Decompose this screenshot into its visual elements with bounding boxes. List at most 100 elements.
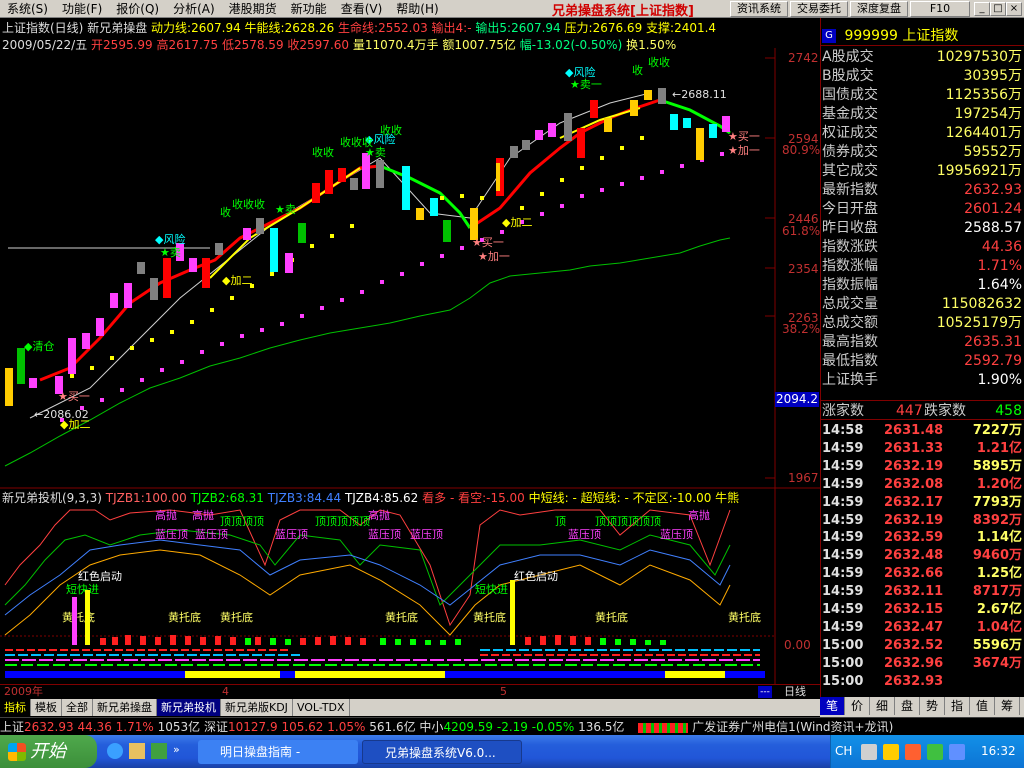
tick-amount: 1.25亿: [976, 566, 1022, 582]
tick-amount: 2.67亿: [976, 602, 1022, 617]
tick-price: 2631.33: [884, 440, 944, 456]
tick-time: 14:59: [822, 619, 864, 635]
right-tab[interactable]: 笔: [820, 697, 845, 715]
tick-amount: 5596万: [972, 637, 1022, 653]
tick-amount: 9460万: [972, 548, 1022, 564]
indicator-tab[interactable]: 新兄弟投机: [157, 699, 221, 716]
tick-price: 2632.96: [884, 655, 944, 671]
tray-icon-2[interactable]: [883, 744, 899, 760]
tick-row: 14:59 2632.66 1.25亿: [822, 565, 1022, 583]
stat-value: 1264401万: [945, 125, 1022, 141]
f10-button[interactable]: F10: [910, 1, 970, 17]
close-icon[interactable]: ×: [1006, 2, 1022, 16]
tick-price: 2632.59: [884, 530, 944, 546]
decline-label: 跌家数: [924, 403, 966, 419]
right-tab[interactable]: 指: [945, 697, 970, 715]
svg-text:收收: 收收: [648, 55, 670, 69]
folder-icon[interactable]: [129, 743, 145, 759]
menu-new-function[interactable]: 新功能: [284, 0, 334, 18]
stat-row: B股成交 30395万: [822, 67, 1022, 86]
time-axis-4: 4: [222, 685, 229, 698]
news-system-button[interactable]: 资讯系统: [730, 1, 788, 17]
stat-row: 上证换手 1.90%: [822, 371, 1022, 390]
svg-text:收: 收: [220, 205, 231, 219]
tjzb2: TJZB2:68.31: [190, 491, 264, 505]
svg-text:高抛: 高抛: [155, 508, 177, 522]
indicator-tab[interactable]: 新兄弟版KDJ: [221, 699, 293, 716]
svg-text:黄托底: 黄托底: [728, 610, 761, 624]
maximize-icon[interactable]: □: [990, 2, 1006, 16]
tick-time: 14:59: [822, 602, 864, 617]
menu-view[interactable]: 查看(V): [334, 0, 390, 18]
scroll-button[interactable]: ---: [758, 686, 772, 698]
g-icon: G: [822, 29, 836, 43]
right-tab[interactable]: 值: [970, 697, 995, 715]
start-button[interactable]: 开始: [0, 735, 97, 768]
tjzb4: TJZB4:85.62: [344, 491, 419, 505]
menu-help[interactable]: 帮助(H): [389, 0, 445, 18]
svg-text:黄托底: 黄托底: [595, 610, 628, 624]
ie-icon[interactable]: [107, 743, 123, 759]
task-trading-system[interactable]: 兄弟操盘系统V6.0...: [362, 740, 522, 764]
stat-value: 2635.31: [964, 334, 1022, 350]
task-guide[interactable]: 明日操盘指南 -: [198, 740, 358, 764]
tick-price: 2632.19: [884, 458, 944, 474]
svg-text:蓝压顶: 蓝压顶: [568, 528, 601, 541]
stat-value: 1.64%: [977, 277, 1022, 293]
indicator-tab[interactable]: VOL-TDX: [293, 699, 350, 716]
indicator-tab[interactable]: 新兄弟操盘: [93, 699, 157, 716]
sh-change: 44.36: [77, 720, 112, 734]
right-tab[interactable]: 价: [845, 697, 870, 715]
svg-text:黄托底: 黄托底: [62, 610, 95, 624]
tick-amount: 8717万: [972, 584, 1022, 600]
right-tab[interactable]: 盘: [895, 697, 920, 715]
stat-value: 2588.57: [964, 220, 1022, 236]
svg-text:顶顶顶顶: 顶顶顶顶: [220, 515, 264, 528]
zx-change: -2.19: [496, 720, 528, 734]
tray-icon-4[interactable]: [927, 744, 943, 760]
svg-text:顶顶顶顶顶顶: 顶顶顶顶顶顶: [595, 515, 661, 528]
clock: 16:32: [981, 744, 1016, 758]
stat-label: 国债成交: [822, 87, 878, 103]
trade-order-button[interactable]: 交易委托: [790, 1, 848, 17]
svg-text:短快进: 短快进: [66, 582, 99, 596]
tray-icon-1[interactable]: [861, 744, 877, 760]
tick-time: 14:58: [822, 423, 864, 438]
right-tab[interactable]: 势: [920, 697, 945, 715]
menu-analysis[interactable]: 分析(A): [166, 0, 222, 18]
tick-row: 15:00 2632.93: [822, 673, 1022, 691]
tray-icon-5[interactable]: [949, 744, 965, 760]
chart-name: 上证指数(日线): [2, 21, 84, 35]
pressure: 压力:2676.69: [564, 21, 643, 35]
menu-system[interactable]: 系统(S): [0, 0, 55, 18]
time-axis-2009: 2009年: [4, 685, 43, 698]
deep-review-button[interactable]: 深度复盘: [850, 1, 908, 17]
advance-decline: 涨家数 447 跌家数 458: [820, 400, 1024, 420]
right-tab[interactable]: 筹: [995, 697, 1020, 715]
indicator-tab[interactable]: 模板: [31, 699, 62, 716]
period-label[interactable]: 日线: [784, 685, 806, 699]
stat-value: 197254万: [954, 106, 1022, 122]
stock-code: 999999: [844, 28, 898, 44]
svg-text:蓝压顶: 蓝压顶: [195, 528, 228, 541]
expand-icon[interactable]: »: [173, 743, 185, 759]
stat-label: B股成交: [822, 68, 874, 84]
indicator-tab[interactable]: 全部: [62, 699, 93, 716]
svg-text:◆加二: ◆加二: [222, 274, 252, 287]
right-tab[interactable]: 细: [870, 697, 895, 715]
stat-label: 其它成交: [822, 163, 878, 179]
lang-indicator[interactable]: CH: [835, 735, 852, 768]
tick-price: 2632.11: [884, 584, 944, 600]
svg-text:★买一: ★买一: [472, 236, 504, 249]
stat-value: 1.90%: [977, 372, 1022, 388]
tick-time: 14:59: [822, 548, 864, 564]
menu-function[interactable]: 功能(F): [55, 0, 109, 18]
menu-hk-futures[interactable]: 港股期货: [222, 0, 284, 18]
indicator-tab[interactable]: 指标: [0, 699, 31, 716]
status-bar: 上证2632.93 44.36 1.71% 1053亿 深证10127.9 10…: [0, 717, 1024, 735]
menu-quote[interactable]: 报价(Q): [109, 0, 166, 18]
media-icon[interactable]: [151, 743, 167, 759]
output4: 输出4:-: [431, 21, 472, 35]
tray-icon-3[interactable]: [905, 744, 921, 760]
minimize-icon[interactable]: _: [974, 2, 990, 16]
